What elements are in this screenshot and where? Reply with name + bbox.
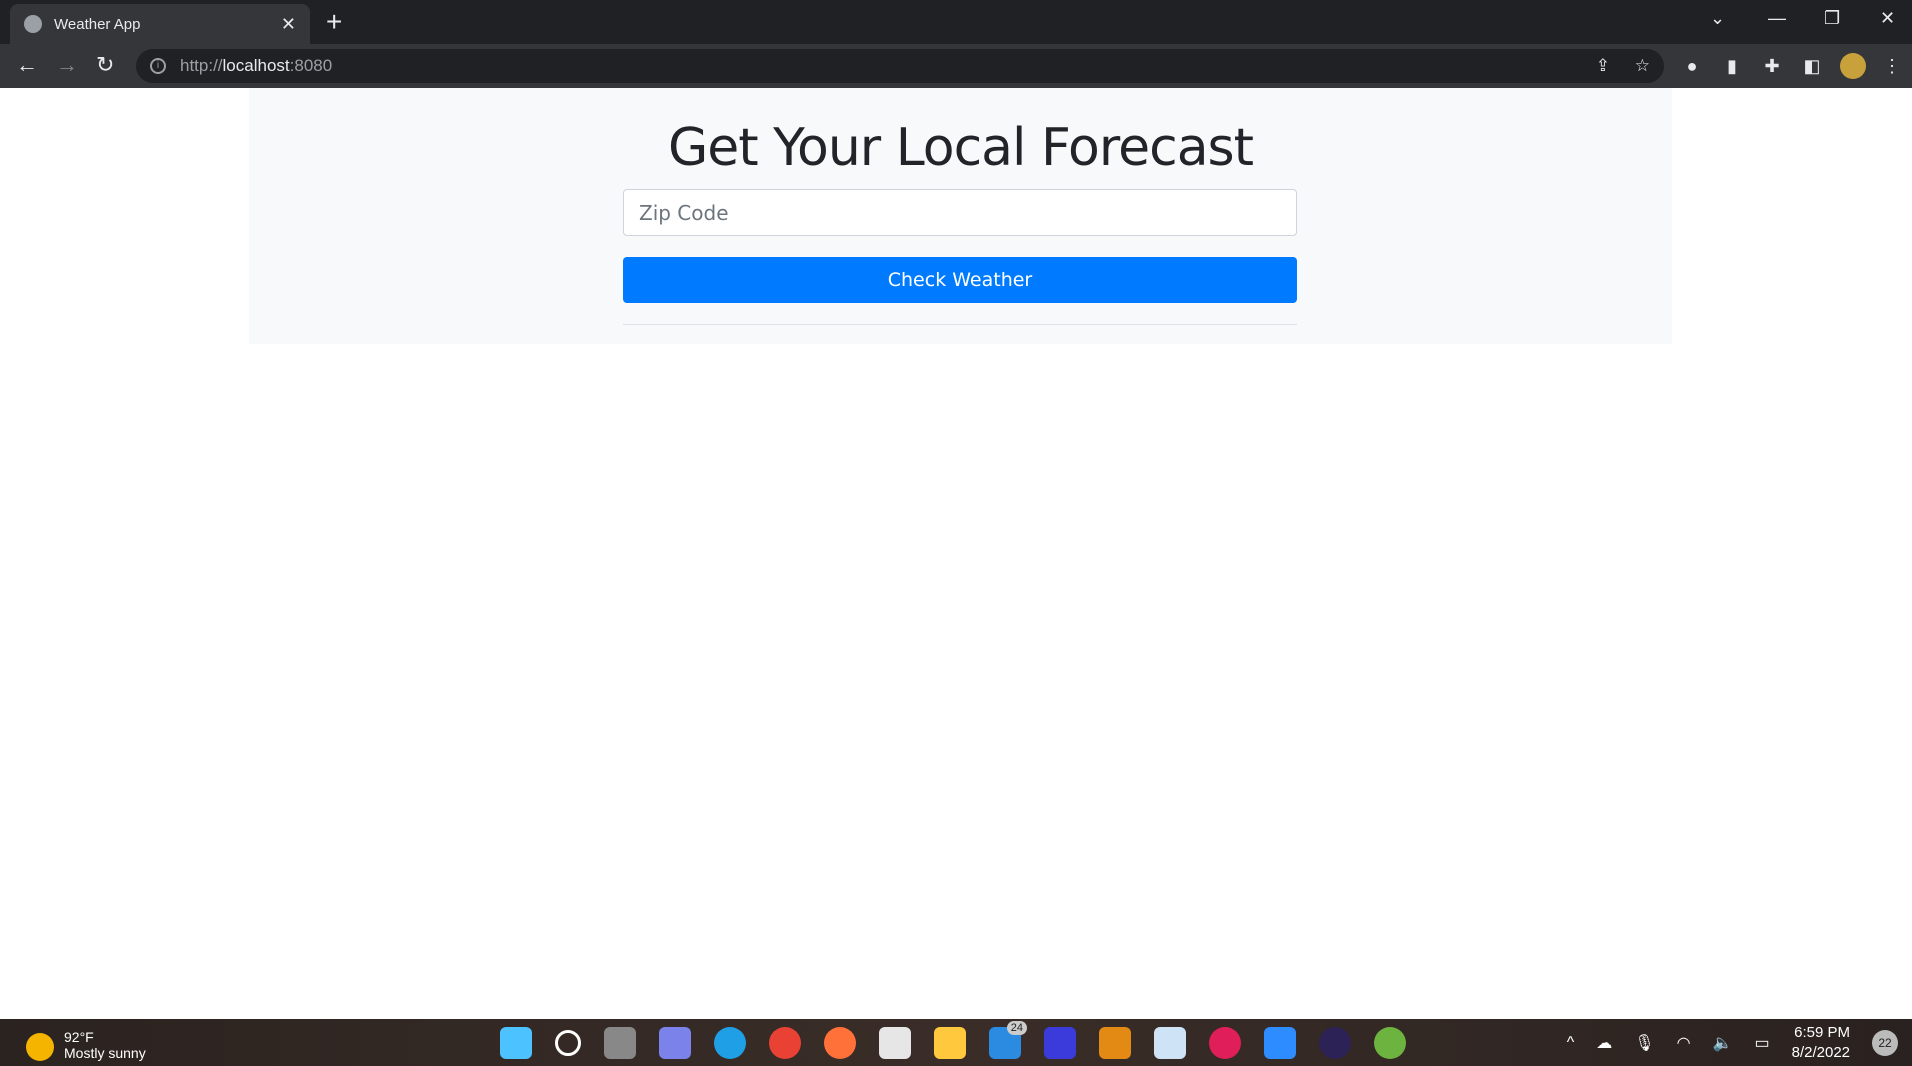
zoom-icon[interactable] (1264, 1027, 1296, 1059)
profile-avatar[interactable] (1840, 53, 1866, 79)
microphone-icon[interactable]: 🎙 (1634, 1033, 1654, 1053)
weather-condition: Mostly sunny (64, 1045, 146, 1061)
browser-toolbar: ← → ↻ i http://localhost:8080 ⇪ ☆ ● ▮ ✚ … (0, 44, 1912, 88)
battery-icon[interactable]: ▭ (1754, 1033, 1769, 1053)
spring-icon[interactable] (1374, 1027, 1406, 1059)
minimize-button[interactable]: — (1768, 8, 1786, 29)
url-scheme: http:// (180, 56, 223, 75)
date: 8/2/2022 (1791, 1043, 1850, 1061)
tab-strip: Weather App ✕ + ⌄ — ❐ ✕ (0, 0, 1912, 44)
onedrive-error-icon[interactable]: ☁ (1596, 1033, 1612, 1053)
forecast-form-container: Get Your Local Forecast Check Weather (249, 88, 1672, 344)
new-tab-button[interactable]: + (326, 6, 342, 38)
clock[interactable]: 6:59 PM 8/2/2022 (1792, 1023, 1850, 1063)
globe-icon (24, 15, 42, 33)
sunny-icon (26, 1033, 54, 1061)
url-host: localhost (222, 56, 290, 75)
reader-icon[interactable]: ▮ (1722, 56, 1742, 76)
zip-code-input[interactable] (623, 189, 1297, 236)
slack-icon[interactable] (1209, 1027, 1241, 1059)
check-weather-button[interactable]: Check Weather (623, 257, 1297, 303)
info-icon[interactable]: i (150, 58, 166, 74)
back-button[interactable]: ← (16, 52, 38, 78)
close-window-button[interactable]: ✕ (1880, 8, 1895, 29)
weather-widget[interactable]: 92°F Mostly sunny (26, 1029, 146, 1061)
divider (623, 324, 1297, 325)
menu-kebab-icon[interactable]: ⋮ (1882, 56, 1902, 76)
extensions-puzzle-icon[interactable]: ✚ (1762, 56, 1782, 76)
url-port: :8080 (289, 56, 333, 75)
close-tab-icon[interactable]: ✕ (281, 14, 296, 35)
forward-button[interactable]: → (56, 52, 78, 78)
tab-search-icon[interactable]: ⌄ (1710, 8, 1725, 29)
page-title: Get Your Local Forecast (667, 118, 1254, 178)
tab-weather-app[interactable]: Weather App ✕ (10, 4, 310, 44)
vs-code-icon[interactable] (1044, 1027, 1076, 1059)
volume-icon[interactable]: 🔈 (1713, 1033, 1733, 1053)
mail-badge: 24 (1006, 1021, 1027, 1035)
reload-button[interactable]: ↻ (96, 52, 114, 78)
tab-title: Weather App (54, 15, 141, 33)
edge-icon[interactable] (714, 1027, 746, 1059)
temperature: 92°F (64, 1029, 94, 1045)
sublime-icon[interactable] (1099, 1027, 1131, 1059)
eclipse-icon[interactable] (1319, 1027, 1351, 1059)
restore-button[interactable]: ❐ (1824, 8, 1840, 29)
notifications-badge[interactable]: 22 (1872, 1029, 1898, 1056)
taskbar: 92°F Mostly sunny 24 ^ ☁ 🎙 ◠ 🔈 ▭ 6:59 PM 8… (0, 1019, 1912, 1066)
share-icon[interactable]: ⇪ (1596, 56, 1610, 76)
time: 6:59 PM (1794, 1023, 1850, 1041)
firefox-icon[interactable] (824, 1027, 856, 1059)
monitor-icon[interactable] (1154, 1027, 1186, 1059)
search-icon[interactable] (555, 1030, 581, 1056)
chevron-up-icon[interactable]: ^ (1567, 1034, 1575, 1052)
bookmark-star-icon[interactable]: ☆ (1635, 56, 1650, 76)
task-view-icon[interactable] (604, 1027, 636, 1059)
store-icon[interactable] (879, 1027, 911, 1059)
extension-icon[interactable]: ● (1682, 56, 1702, 76)
chrome-icon[interactable] (769, 1027, 801, 1059)
wifi-icon[interactable]: ◠ (1677, 1033, 1691, 1053)
mail-icon[interactable]: 24 (989, 1021, 1027, 1059)
start-icon[interactable] (500, 1027, 532, 1059)
side-panel-icon[interactable]: ◧ (1802, 56, 1822, 76)
file-explorer-icon[interactable] (934, 1027, 966, 1059)
teams-chat-icon[interactable] (659, 1027, 691, 1059)
address-bar[interactable]: i http://localhost:8080 ⇪ ☆ (136, 49, 1664, 83)
